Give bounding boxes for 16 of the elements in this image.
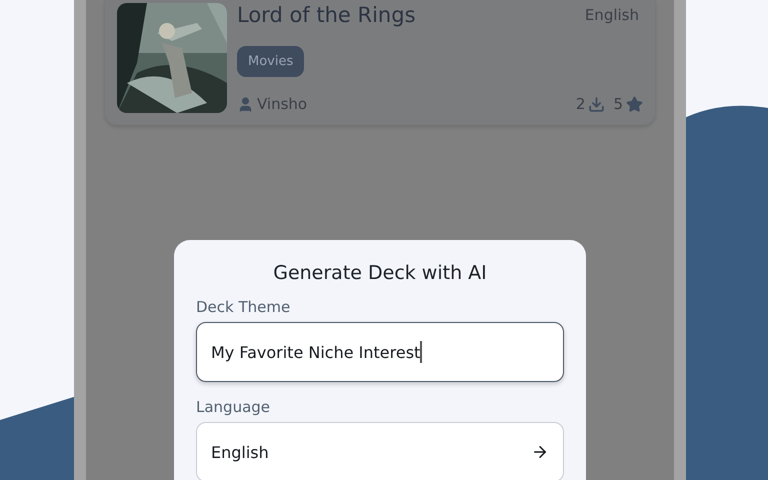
field-label: Deck Theme — [196, 298, 290, 316]
category-tag: Movies — [237, 46, 304, 76]
field-label: Language — [196, 398, 270, 416]
person-icon — [237, 96, 254, 112]
download-count: 2 — [576, 95, 586, 113]
deck-card[interactable]: Lord of the Rings English Movies Vinsho 2 5 — [105, 0, 655, 125]
dialog-title: Generate Deck with AI — [273, 262, 487, 284]
deck-language: English — [584, 6, 639, 24]
download-icon — [588, 96, 606, 112]
language-select[interactable]: English — [196, 422, 564, 480]
input-field[interactable]: My Favorite Niche Interest — [196, 322, 564, 382]
author-name: Vinsho — [257, 95, 308, 113]
arrow-icon — [531, 443, 549, 461]
rating-count: 5 — [613, 95, 623, 113]
star-icon — [626, 96, 643, 112]
deck-title: Lord of the Rings — [237, 3, 416, 27]
